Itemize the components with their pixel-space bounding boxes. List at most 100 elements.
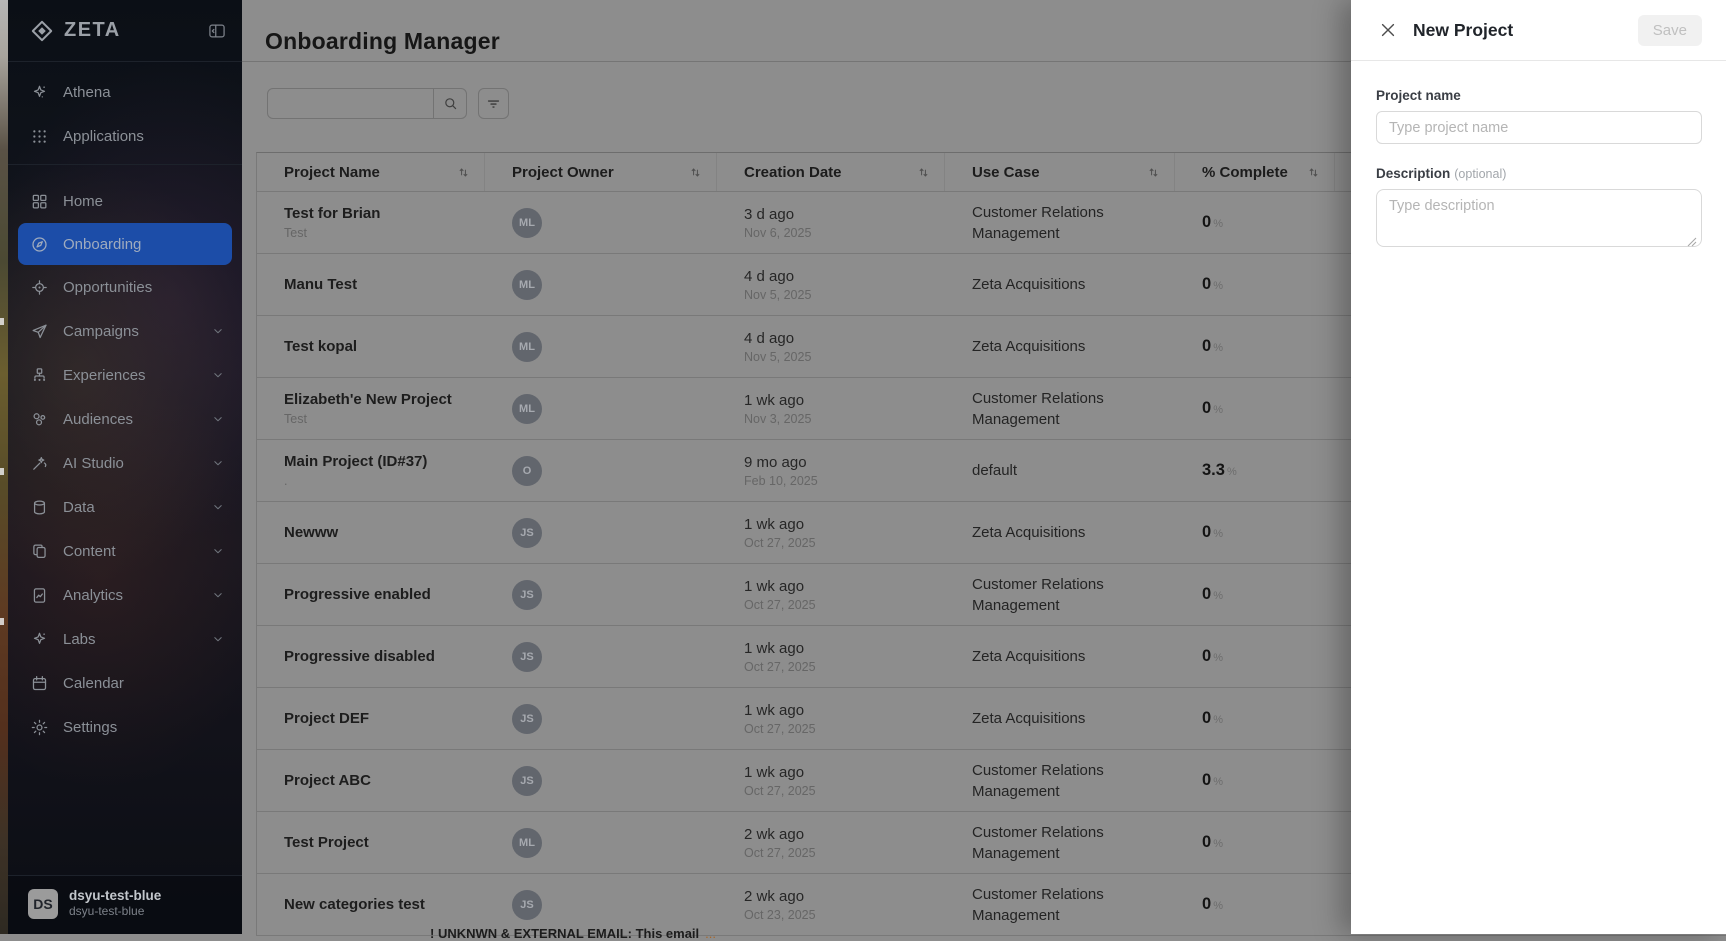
close-icon[interactable] bbox=[1378, 20, 1398, 40]
experiences-icon bbox=[30, 366, 49, 385]
use-case-cell: default bbox=[945, 460, 1175, 481]
wallpaper-artifact bbox=[0, 468, 4, 475]
sidebar-item-settings[interactable]: Settings bbox=[8, 705, 242, 749]
athena-icon bbox=[30, 83, 49, 102]
creation-date-relative: 4 d ago bbox=[744, 330, 945, 347]
pct-sign: % bbox=[1213, 404, 1223, 416]
project-name-cell: Project ABC bbox=[257, 772, 485, 790]
sort-icon[interactable] bbox=[915, 164, 932, 181]
creation-date-absolute: Oct 27, 2025 bbox=[744, 598, 945, 612]
project-name-field[interactable] bbox=[1376, 111, 1702, 144]
onboarding-icon bbox=[30, 235, 49, 254]
wallpaper-artifact bbox=[0, 618, 4, 625]
sort-icon[interactable] bbox=[455, 164, 472, 181]
pct-sign: % bbox=[1213, 590, 1223, 602]
pct-complete-value: 0 bbox=[1202, 399, 1211, 417]
creation-date-cell: 1 wk agoOct 27, 2025 bbox=[717, 702, 945, 736]
project-owner-cell: JS bbox=[485, 642, 717, 672]
chevron-down-icon[interactable] bbox=[210, 323, 226, 339]
sidebar-item-label: AI Studio bbox=[63, 455, 196, 472]
sort-icon[interactable] bbox=[687, 164, 704, 181]
use-case-value: Zeta Acquisitions bbox=[972, 708, 1137, 729]
sidebar-item-home[interactable]: Home bbox=[8, 179, 242, 223]
sidebar-item-ai-studio[interactable]: AI Studio bbox=[8, 441, 242, 485]
project-name-cell: New categories test bbox=[257, 896, 485, 914]
sidebar-item-label: Labs bbox=[63, 631, 196, 648]
pct-complete-cell: 0% bbox=[1175, 647, 1335, 666]
chevron-down-icon[interactable] bbox=[210, 543, 226, 559]
search-icon[interactable] bbox=[433, 89, 466, 118]
project-owner-cell: JS bbox=[485, 704, 717, 734]
sidebar-item-data[interactable]: Data bbox=[8, 485, 242, 529]
sidebar-item-label: Applications bbox=[63, 128, 230, 145]
use-case-cell: Zeta Acquisitions bbox=[945, 522, 1175, 543]
sidebar-user-section[interactable]: DS dsyu-test-blue dsyu-test-blue bbox=[8, 875, 242, 934]
use-case-cell: Customer Relations Management bbox=[945, 760, 1175, 802]
owner-avatar: ML bbox=[512, 270, 542, 300]
sidebar-main-list: HomeOnboardingOpportunitiesCampaignsExpe… bbox=[8, 171, 242, 749]
project-owner-cell: O bbox=[485, 456, 717, 486]
sidebar-item-labs[interactable]: Labs bbox=[8, 617, 242, 661]
sort-icon[interactable] bbox=[1145, 164, 1162, 181]
page-title: Onboarding Manager bbox=[265, 28, 500, 55]
project-owner-cell: JS bbox=[485, 518, 717, 548]
creation-date-relative: 3 d ago bbox=[744, 206, 945, 223]
pct-complete-cell: 0% bbox=[1175, 213, 1335, 232]
chevron-down-icon[interactable] bbox=[210, 367, 226, 383]
creation-date-cell: 1 wk agoOct 27, 2025 bbox=[717, 578, 945, 612]
search-input[interactable] bbox=[268, 89, 433, 118]
sidebar-item-analytics[interactable]: Analytics bbox=[8, 573, 242, 617]
creation-date-absolute: Oct 23, 2025 bbox=[744, 908, 945, 922]
sidebar-item-onboarding[interactable]: Onboarding bbox=[18, 223, 232, 265]
column-header-project-owner: Project Owner bbox=[485, 153, 717, 191]
use-case-cell: Zeta Acquisitions bbox=[945, 708, 1175, 729]
sidebar-item-content[interactable]: Content bbox=[8, 529, 242, 573]
sidebar-item-athena[interactable]: Athena bbox=[8, 70, 242, 114]
project-name-cell: Test for BrianTest bbox=[257, 205, 485, 240]
creation-date-relative: 2 wk ago bbox=[744, 826, 945, 843]
project-name: New categories test bbox=[284, 896, 485, 914]
project-description: . bbox=[284, 474, 485, 488]
sidebar-item-campaigns[interactable]: Campaigns bbox=[8, 309, 242, 353]
pct-complete-value: 0 bbox=[1202, 833, 1211, 851]
column-header-label: Creation Date bbox=[744, 164, 842, 181]
pct-sign: % bbox=[1213, 900, 1223, 912]
creation-date-cell: 1 wk agoNov 3, 2025 bbox=[717, 392, 945, 426]
panel-collapse-icon[interactable] bbox=[206, 20, 228, 42]
sidebar-item-label: Data bbox=[63, 499, 196, 516]
sidebar-item-opportunities[interactable]: Opportunities bbox=[8, 265, 242, 309]
project-name: Progressive enabled bbox=[284, 586, 485, 604]
sort-icon[interactable] bbox=[1305, 164, 1322, 181]
pct-sign: % bbox=[1213, 838, 1223, 850]
creation-date-relative: 1 wk ago bbox=[744, 702, 945, 719]
sidebar-item-calendar[interactable]: Calendar bbox=[8, 661, 242, 705]
column-header--complete: % Complete bbox=[1175, 153, 1335, 191]
save-button[interactable]: Save bbox=[1638, 15, 1702, 46]
filter-button[interactable] bbox=[478, 88, 509, 119]
data-icon bbox=[30, 498, 49, 517]
project-owner-cell: ML bbox=[485, 208, 717, 238]
chevron-down-icon[interactable] bbox=[210, 631, 226, 647]
column-header-use-case: Use Case bbox=[945, 153, 1175, 191]
sidebar-item-label: Settings bbox=[63, 719, 230, 736]
use-case-value: Customer Relations Management bbox=[972, 202, 1137, 244]
use-case-cell: Customer Relations Management bbox=[945, 574, 1175, 616]
brand-name: ZETA bbox=[64, 19, 121, 42]
sidebar-item-experiences[interactable]: Experiences bbox=[8, 353, 242, 397]
content-icon bbox=[30, 542, 49, 561]
pct-complete-value: 0 bbox=[1202, 895, 1211, 913]
chevron-down-icon[interactable] bbox=[210, 455, 226, 471]
description-field[interactable] bbox=[1376, 189, 1702, 247]
avatar: DS bbox=[28, 889, 58, 919]
sidebar-item-audiences[interactable]: Audiences bbox=[8, 397, 242, 441]
use-case-value: default bbox=[972, 460, 1137, 481]
creation-date-cell: 1 wk agoOct 27, 2025 bbox=[717, 764, 945, 798]
creation-date-cell: 1 wk agoOct 27, 2025 bbox=[717, 516, 945, 550]
sidebar-divider bbox=[8, 164, 242, 165]
creation-date-absolute: Oct 27, 2025 bbox=[744, 846, 945, 860]
chevron-down-icon[interactable] bbox=[210, 587, 226, 603]
chevron-down-icon[interactable] bbox=[210, 411, 226, 427]
chevron-down-icon[interactable] bbox=[210, 499, 226, 515]
sidebar-item-applications[interactable]: Applications bbox=[8, 114, 242, 158]
owner-avatar: JS bbox=[512, 704, 542, 734]
